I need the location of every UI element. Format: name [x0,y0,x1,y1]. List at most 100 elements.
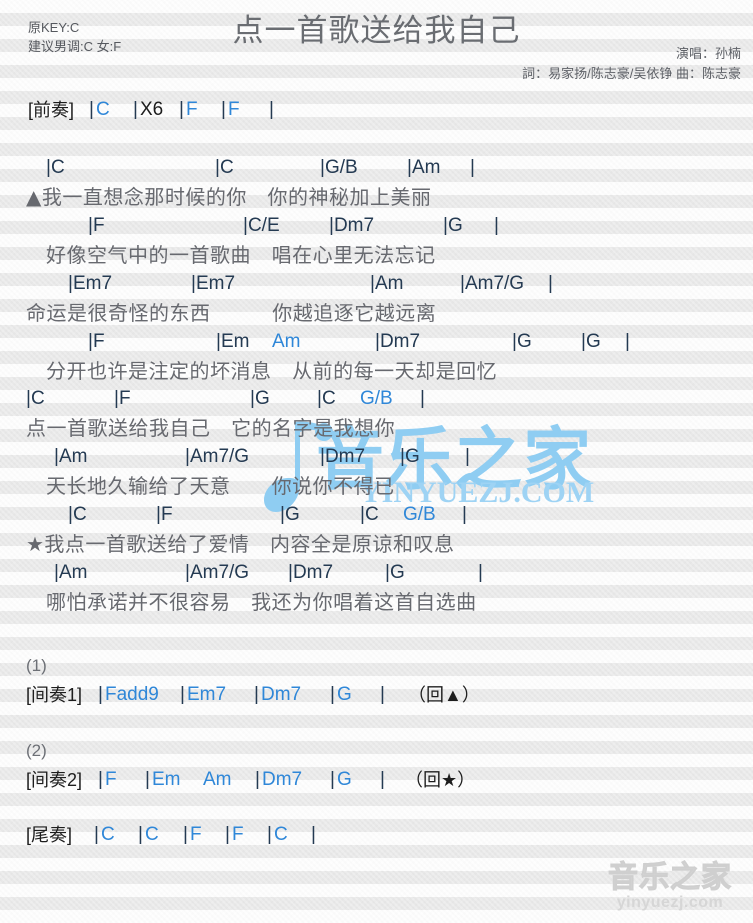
i1-bar-3: | [254,684,259,705]
v1-lyric-2: 好像空气中的一首歌曲 唱在心里无法忘记 [46,243,436,267]
corner-watermark-url: yinyuezj.com [616,894,724,911]
ch-c4-endbar: | [478,562,483,583]
chord-name: C/E [247,215,280,236]
ch-c1-chord-3: |G [250,385,270,413]
v1-c3-chord-3: |Am [370,270,403,298]
o-chord-1: C [101,824,115,845]
ch-c3-chord-4: |C [360,501,379,529]
intro-chord-3: F [228,99,240,120]
i1-endbar: | [380,684,385,705]
chord-name: F [160,504,173,525]
chord-name: Em7 [195,273,236,294]
chord-name: Am7/G [189,446,250,467]
chord-name: C [219,157,234,178]
i2-bar-1: | [98,769,103,790]
chord-name: G [389,562,405,583]
chord-name: Dm7 [379,331,421,352]
v1-c1-endbar: | [470,157,475,178]
v1-c3-chord-1: |Em7 [68,270,112,298]
o-bar-2: | [138,824,143,845]
interlude2-label: [间奏2] [26,770,83,790]
v1-c4-chord-1: |F [88,328,105,356]
ch-c4-chord-2: |Am7/G [185,559,249,587]
v1-c4-chord-2: |Em [216,328,249,356]
section-interlude-1: (1) [间奏1] | Fadd9 | Em7 | Dm7 | G | （回▲） [0,652,753,710]
chord-name: Am7/G [464,273,525,294]
verse1-chord-row-4: |F |Em Am |Dm7 |G |G | [0,328,753,357]
chord-name: Am [58,446,88,467]
o-bar-1: | [94,824,99,845]
ch-c3-chord-2: |F [156,501,173,529]
i1-chord-1: Fadd9 [105,684,159,705]
v1-lyric-3: 命运是很奇怪的东西 你越追逐它越远离 [26,301,437,325]
interlude1-label: [间奏1] [26,685,83,705]
interlude1-number-row: (1) [0,652,753,681]
o-bar-5: | [267,824,272,845]
v1-c1-chord-3: |G/B [320,154,358,182]
chorus-lyric-row-1: 点一首歌送给我自己 它的名字是我想你 [0,414,753,443]
interlude1-row: [间奏1] | Fadd9 | Em7 | Dm7 | G | （回▲） [0,681,753,710]
chord-name: C [364,504,379,525]
section-interlude-2: (2) [间奏2] | F | Em Am | Dm7 | G | （回★） [0,737,753,795]
ch-lyric-4: 哪怕承诺并不很容易 我还为你唱着这首自选曲 [46,590,477,614]
v1-c4-chord-5: |G [512,328,532,356]
v1-c2-endbar: | [494,215,499,236]
chord-name: C [321,388,336,409]
outro-label: [尾奏] [26,825,73,845]
verse1-chord-row-1: |C |C |G/B |Am | [0,154,753,183]
ch-c3-chord-1: |C [68,501,87,529]
chorus-chord-row-3: |C |F |G |C G/B | [0,501,753,530]
verse1-lyric-row-1: ▲我一直想念那时候的你 你的神秘加上美丽 [0,183,753,212]
i2-bar-3: | [255,769,260,790]
interlude2-number-row: (2) [0,737,753,766]
chord-name: Am [411,157,441,178]
ch-lyric-2: 天长地久输给了天意 你说你不得已 [46,474,395,498]
i2-endbar: | [380,769,385,790]
v1-c4-chord-4: |Dm7 [375,328,420,356]
ch-c4-chord-1: |Am [54,559,87,587]
o-endbar: | [311,824,316,845]
chorus-lyric-row-2: 天长地久输给了天意 你说你不得已 [0,472,753,501]
ch-c2-chord-1: |Am [54,443,87,471]
chord-name: G [585,331,601,352]
chord-name: F [92,215,105,236]
interlude2-number: (2) [26,741,47,760]
chord-name: G [404,446,420,467]
o-chord-5: C [274,824,288,845]
chord-name: F [118,388,131,409]
ch-c3-endbar: | [462,504,467,525]
v1-c1-chord-2: |C [215,154,234,182]
interlude2-repeat: （回★） [405,770,476,790]
ch-lyric-1: 点一首歌送给我自己 它的名字是我想你 [26,416,396,440]
v1-c4-chord-3: Am [272,331,301,352]
intro-bar-4: | [221,99,226,120]
interlude1-repeat: （回▲） [408,685,480,705]
i2-chord-5: G [337,769,352,790]
i1-chord-4: G [337,684,352,705]
o-bar-3: | [183,824,188,845]
intro-chord-1: C [96,99,110,120]
i1-bar-1: | [98,684,103,705]
chorus-lyric-row-4: 哪怕承诺并不很容易 我还为你唱着这首自选曲 [0,588,753,617]
i2-chord-3: Am [203,769,232,790]
chord-name: Dm7 [333,215,375,236]
v1-lyric-4: 分开也许是注定的坏消息 从前的每一天却是回忆 [46,359,498,383]
v1-c4-endbar: | [625,331,630,352]
intro-row: [前奏] | C | X6 | F | F | [0,96,753,125]
i2-bar-4: | [330,769,335,790]
chord-name: Dm7 [292,562,334,583]
chorus-chord-row-4: |Am |Am7/G |Dm7 |G | [0,559,753,588]
ch-c2-chord-3: |Dm7 [320,443,365,471]
corner-watermark-text: 音乐之家 [608,860,732,895]
chord-name: Em [220,331,250,352]
v1-lyric-1: ▲我一直想念那时候的你 你的神秘加上美丽 [26,185,432,209]
ch-c4-chord-3: |Dm7 [288,559,333,587]
chorus-chord-row-1: |C |F |G |C G/B | [0,385,753,414]
o-bar-4: | [225,824,230,845]
v1-c2-chord-2: |C/E [243,212,280,240]
o-chord-2: C [145,824,159,845]
v1-c2-chord-1: |F [88,212,105,240]
v1-c4-chord-6: |G [581,328,601,356]
i1-bar-4: | [330,684,335,705]
ch-c2-chord-4: |G [400,443,420,471]
